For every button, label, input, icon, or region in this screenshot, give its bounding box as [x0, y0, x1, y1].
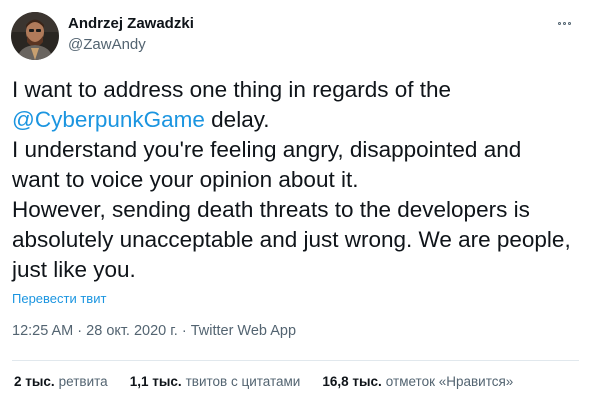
tweet-text-line: However, sending death threats to the de… — [12, 197, 530, 222]
likes-stat[interactable]: 16,8 тыс. отметок «Нравится» — [322, 372, 513, 392]
avatar-image — [11, 12, 59, 60]
tweet-text-line: absolutely unacceptable and just wrong. … — [12, 227, 571, 252]
dot-icon — [562, 21, 566, 25]
tweet-text-line: just like you. — [12, 257, 136, 282]
quotes-label: твитов с цитатами — [185, 374, 301, 389]
author-block: Andrzej Zawadzki @ZawAndy — [68, 14, 194, 55]
retweets-stat[interactable]: 2 тыс. ретвита — [14, 372, 108, 392]
tweet-source[interactable]: Twitter Web App — [191, 323, 296, 339]
tweet-date[interactable]: 28 окт. 2020 г. — [86, 323, 178, 339]
likes-label: отметок «Нравится» — [385, 374, 514, 389]
meta-separator: · — [177, 323, 191, 339]
mention-link[interactable]: @CyberpunkGame — [12, 107, 205, 132]
likes-count: 16,8 тыс. — [322, 374, 382, 389]
tweet-text-fragment: delay. — [204, 107, 270, 132]
author-name[interactable]: Andrzej Zawadzki — [68, 14, 194, 34]
tweet-text: I want to address one thing in regards o… — [12, 75, 582, 285]
tweet-meta: 12:25 AM · 28 окт. 2020 г. · Twitter Web… — [12, 321, 296, 341]
tweet-card: Andrzej Zawadzki @ZawAndy I want to addr… — [0, 0, 591, 400]
quotes-count: 1,1 тыс. — [129, 374, 182, 389]
retweets-label: ретвита — [58, 374, 108, 389]
dot-icon — [567, 21, 571, 25]
retweets-count: 2 тыс. — [14, 374, 55, 389]
tweet-stats: 2 тыс. ретвита 1,1 тыс. твитов с цитатами … — [14, 372, 535, 392]
translate-tweet-link[interactable]: Перевести твит — [12, 290, 106, 308]
avatar[interactable] — [11, 12, 59, 60]
tweet-text-line: I want to address one thing in regards o… — [12, 77, 452, 102]
quotes-stat[interactable]: 1,1 тыс. твитов с цитатами — [130, 372, 301, 392]
divider — [12, 360, 579, 361]
more-options-icon[interactable] — [553, 14, 575, 32]
dot-icon — [557, 21, 561, 25]
meta-separator: · — [73, 323, 87, 339]
tweet-time[interactable]: 12:25 AM — [12, 323, 73, 339]
author-handle[interactable]: @ZawAndy — [68, 35, 194, 55]
tweet-text-line: @CyberpunkGame delay. — [12, 105, 582, 135]
tweet-text-line: want to voice your opinion about it. — [12, 167, 359, 192]
tweet-text-line: I understand you're feeling angry, disap… — [12, 137, 522, 162]
